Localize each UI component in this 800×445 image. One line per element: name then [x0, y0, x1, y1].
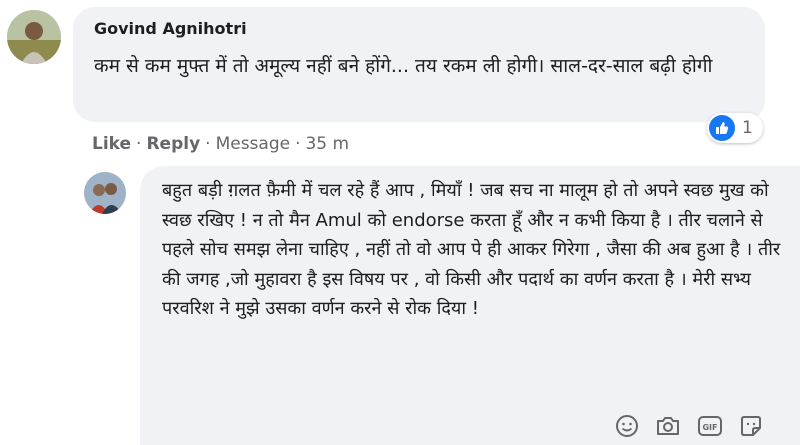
separator-dot: ·: [136, 134, 142, 154]
reaction-count: 1: [742, 118, 753, 138]
message-link[interactable]: Message: [216, 134, 291, 154]
reply-toolbar: GIF: [615, 414, 763, 438]
emoji-icon[interactable]: [615, 414, 639, 438]
reply-input-text[interactable]: बहुत बड़ी ग़लत फ़ैमी में चल रहे हैं आप ,…: [162, 176, 792, 324]
separator-dot: ·: [295, 134, 301, 154]
comment-actions: Like · Reply · Message · 35 m: [92, 132, 349, 156]
sticker-icon[interactable]: [739, 414, 763, 438]
gif-icon[interactable]: GIF: [697, 414, 723, 438]
reply-input-box[interactable]: बहुत बड़ी ग़लत फ़ैमी में चल रहे हैं आप ,…: [140, 166, 800, 445]
profile-photo: [84, 172, 126, 214]
camera-icon[interactable]: [655, 414, 681, 438]
comment-timestamp[interactable]: 35 m: [305, 134, 349, 154]
gif-label: GIF: [702, 423, 717, 432]
comment-bubble: Govind Agnihotri कम से कम मुफ्त में तो अ…: [73, 7, 765, 122]
commenter-avatar[interactable]: [7, 10, 61, 64]
separator-dot: ·: [205, 134, 211, 154]
profile-photo: [7, 10, 61, 64]
comment-author[interactable]: Govind Agnihotri: [94, 19, 247, 38]
reaction-summary[interactable]: 1: [707, 113, 763, 143]
like-link[interactable]: Like: [92, 134, 131, 154]
reply-link[interactable]: Reply: [146, 134, 200, 154]
like-icon: [709, 115, 735, 141]
reply-author-avatar[interactable]: [84, 172, 126, 214]
comment-text: कम से कम मुफ्त में तो अमूल्य नहीं बने हो…: [94, 55, 713, 77]
